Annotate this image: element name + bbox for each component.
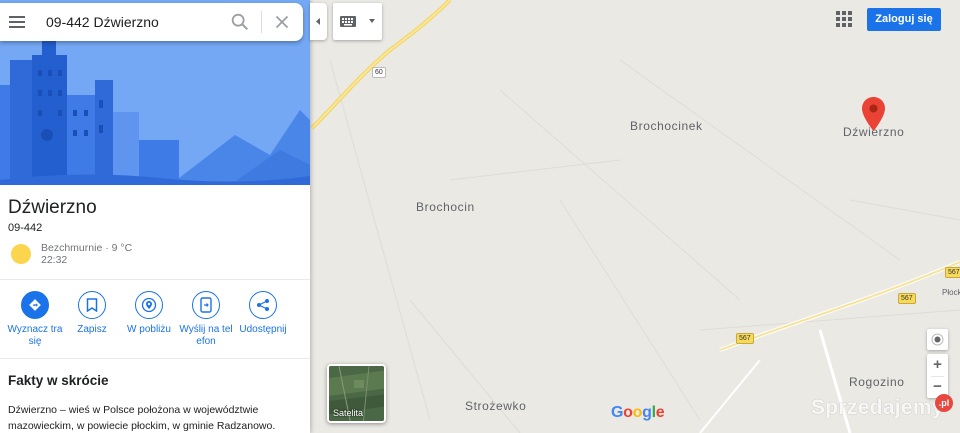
map-place-label[interactable]: Płock: [942, 288, 960, 297]
divider: [0, 279, 310, 280]
satellite-layer-button[interactable]: Satelita: [327, 364, 386, 423]
action-label: Wyznacz tra się: [7, 324, 63, 347]
satellite-label: Satelita: [333, 408, 364, 418]
search-divider: [261, 11, 262, 33]
zoom-in-button[interactable]: +: [927, 354, 948, 376]
send-to-phone-icon: [200, 297, 212, 313]
nearby-icon: [141, 297, 157, 313]
map-place-label[interactable]: Rogozino: [849, 375, 905, 389]
keyboard-button[interactable]: [333, 3, 382, 40]
watermark-badge: .pl: [935, 394, 953, 412]
search-input[interactable]: [46, 12, 221, 32]
road-shield-567: 567: [945, 267, 960, 278]
zoom-controls: + −: [927, 354, 948, 398]
search-icon[interactable]: [229, 11, 251, 33]
road-shield-567: 567: [898, 293, 916, 304]
local-time: 22:32: [41, 254, 68, 266]
keyboard-icon: [340, 16, 375, 27]
action-label: Wyślij na tel efon: [179, 324, 233, 347]
facts-description: Dźwierzno – wieś w Polsce położona w woj…: [8, 404, 276, 432]
my-location-button[interactable]: [927, 329, 948, 350]
sun-icon: [11, 244, 31, 264]
search-box: [0, 3, 303, 41]
facts-heading: Fakty w skrócie: [8, 373, 109, 388]
chevron-left-icon: [316, 18, 320, 25]
share-icon: [257, 299, 269, 311]
nearby-button[interactable]: W pobliżu: [119, 291, 179, 336]
action-label: Udostępnij: [239, 324, 287, 335]
menu-button[interactable]: [6, 10, 30, 34]
share-button[interactable]: Udostępnij: [233, 291, 293, 336]
road-shield-60: 60: [372, 67, 386, 78]
watermark: Sprzedajemy: [811, 396, 944, 419]
collapse-panel-button[interactable]: [310, 3, 327, 40]
map-place-label[interactable]: Brochocin: [416, 200, 475, 214]
place-title: Dźwierzno: [8, 197, 97, 218]
send-to-phone-button[interactable]: Wyślij na tel efon: [176, 291, 236, 348]
map-place-label[interactable]: Brochocinek: [630, 119, 703, 133]
save-button[interactable]: Zapisz: [62, 291, 122, 336]
weather-text: Bezchmurnie · 9 °C: [41, 242, 133, 254]
action-label: W pobliżu: [127, 324, 171, 335]
divider: [0, 358, 310, 359]
action-label: Zapisz: [77, 324, 107, 335]
map-place-label[interactable]: Strożewko: [465, 399, 526, 413]
my-location-icon: [931, 333, 944, 346]
close-icon[interactable]: [271, 11, 293, 33]
place-panel: Dźwierzno 09-442 Bezchmurnie · 9 °C 22:3…: [0, 0, 310, 433]
directions-icon: [29, 299, 41, 311]
directions-button[interactable]: Wyznacz tra się: [5, 291, 65, 348]
road-shield-567: 567: [736, 333, 754, 344]
place-postal-code: 09-442: [8, 222, 43, 234]
sign-in-button[interactable]: Zaloguj się: [867, 8, 941, 31]
apps-grid-icon[interactable]: [834, 9, 854, 29]
google-logo: Google: [611, 404, 665, 421]
bookmark-icon: [86, 298, 98, 312]
location-marker-icon[interactable]: [862, 97, 885, 131]
